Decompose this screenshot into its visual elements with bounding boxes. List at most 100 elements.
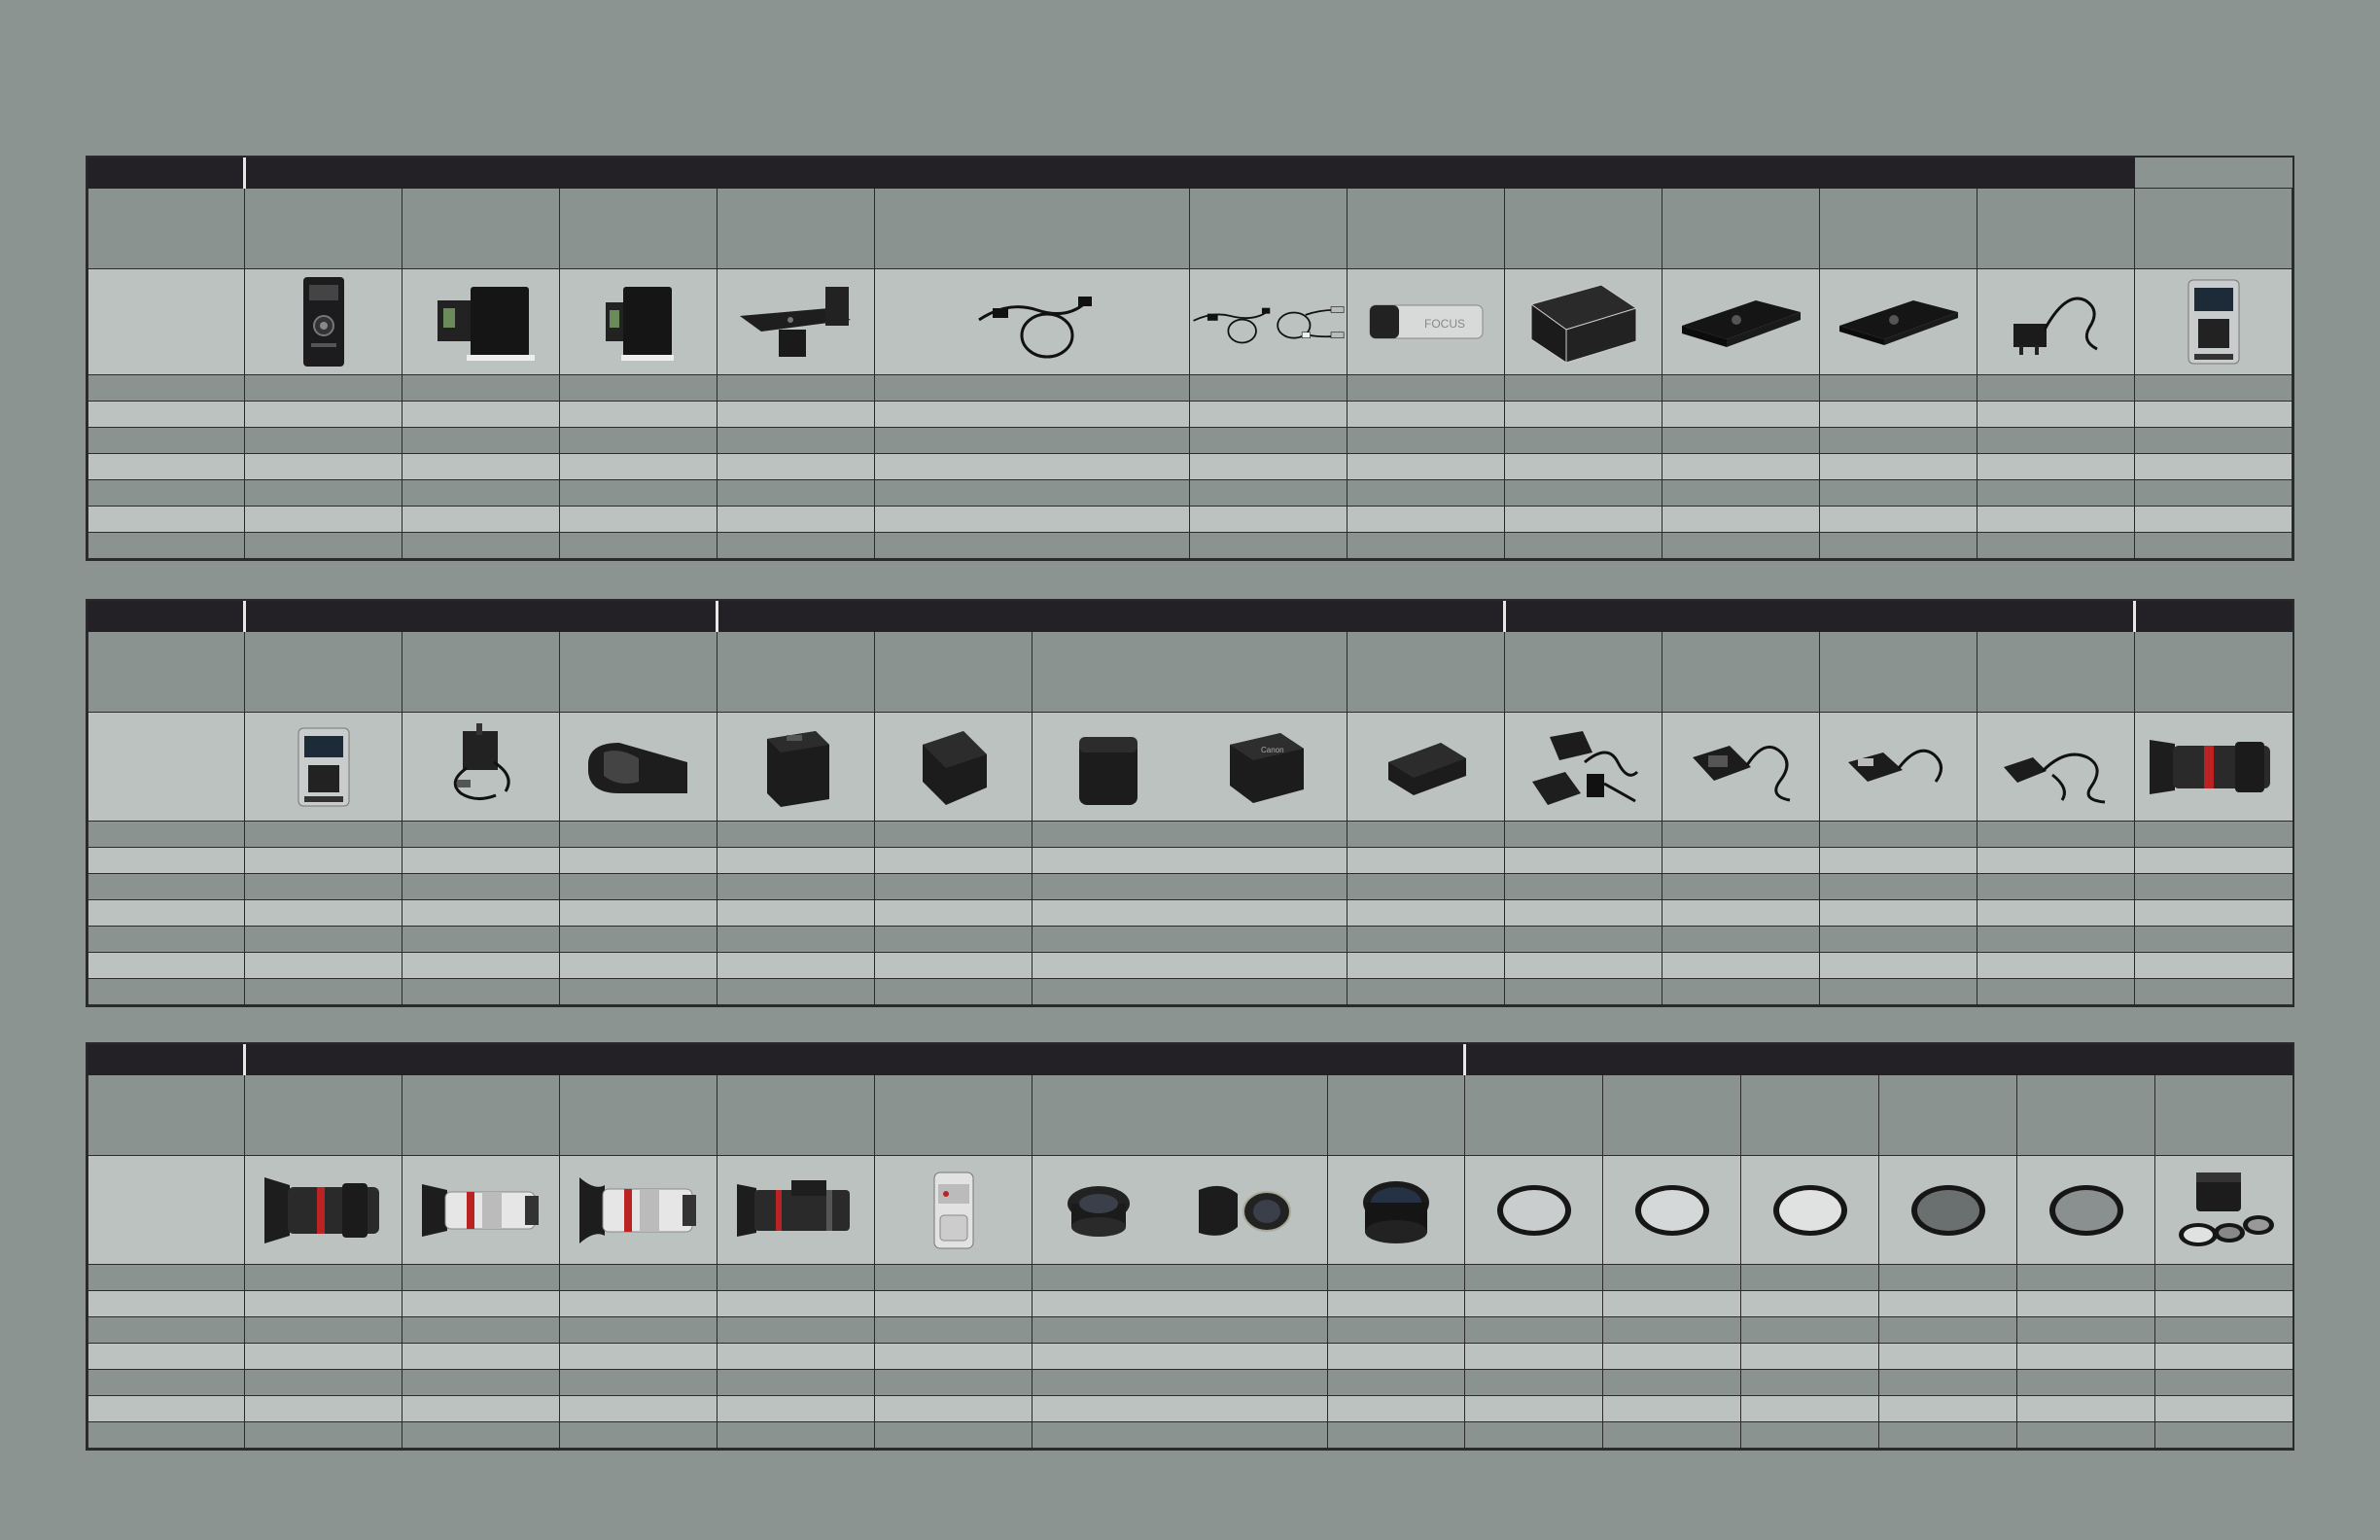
product-photo-cell: FOCUS: [1347, 268, 1505, 375]
product-photo-cell: [2134, 712, 2293, 822]
table-header-label: [88, 601, 245, 632]
spec-label: [88, 873, 245, 900]
product-photo-cell: [559, 712, 718, 822]
spec-label: [88, 1369, 245, 1396]
product-name-cell: [1347, 631, 1505, 713]
converter-with-hood-icon: [1198, 1185, 1291, 1236]
battery-adapter-icon: [437, 287, 535, 361]
table-header-group: [2133, 601, 2293, 632]
spec-label: [88, 506, 245, 533]
spec-label: [88, 1264, 245, 1291]
spec-label: [88, 926, 245, 953]
table-header-group: [242, 158, 2136, 189]
table-header-label: [88, 1044, 245, 1075]
product-name-cell: [717, 1074, 875, 1156]
product-name-cell: [1347, 188, 1505, 269]
product-name-cell: [2134, 188, 2292, 269]
usb-cable-icon: [1277, 306, 1345, 339]
svg-text:FOCUS: FOCUS: [1424, 317, 1465, 331]
battery-adapter-small-icon: [605, 287, 674, 361]
product-photo-cell: [1819, 712, 1978, 822]
table-header-group: [1503, 601, 2135, 632]
uv-filter-icon: [1496, 1184, 1571, 1236]
product-name-cell: [559, 1074, 718, 1156]
spec-label: [88, 978, 245, 1005]
zoom-lens-white-icon: [421, 1183, 539, 1237]
row-label: [88, 188, 245, 269]
wireless-receiver-icon: [453, 722, 509, 800]
tele-converter-icon: [1363, 1180, 1430, 1243]
product-name-cell: [1189, 188, 1348, 269]
charger-compact-icon: [1847, 749, 1942, 783]
charger-kit-icon: [1531, 730, 1638, 805]
table-header-group: [243, 601, 718, 632]
spec-label: [88, 1421, 245, 1449]
accessories-table-2: Canon: [86, 599, 2294, 1007]
table-header-group: [242, 1044, 1466, 1075]
hard-case-slim-icon: [1838, 300, 1958, 345]
product-photo-cell: [1976, 268, 2136, 375]
spec-label: [88, 401, 245, 428]
spec-label: [88, 1395, 245, 1422]
product-photo-cell: [874, 268, 1190, 375]
row-label: [88, 631, 245, 713]
battery-slim-icon: [1387, 742, 1466, 795]
display-unit-icon: [298, 727, 349, 806]
product-name-cell: [874, 188, 1190, 269]
row-label: [88, 268, 245, 375]
spec-label: [88, 1316, 245, 1344]
lens-adapter-icon: [933, 1172, 973, 1248]
display-unit-icon: [2188, 279, 2240, 365]
product-name-cell: [1602, 1074, 1742, 1156]
product-name-cell: [1878, 1074, 2018, 1156]
product-photo-cell: [1189, 268, 1348, 375]
pl-filter-icon: [2048, 1184, 2123, 1236]
clear-filter-icon: [1772, 1184, 1847, 1236]
zoom-lens-white-hood-icon: [578, 1176, 696, 1243]
spec-label: [88, 821, 245, 848]
spec-label: [88, 479, 245, 507]
product-name-cell: [874, 631, 1032, 713]
product-photo-cell: [244, 712, 402, 822]
zoom-lens-hooded-icon: [263, 1176, 379, 1243]
product-name-cell: [1977, 631, 2135, 713]
product-name-cell: [402, 188, 560, 269]
product-name-cell: [559, 631, 718, 713]
battery-medium-icon: [922, 730, 987, 805]
product-photo-cell: [2134, 268, 2292, 375]
battery-tall-icon: Canon: [1229, 732, 1304, 803]
product-name-cell: [402, 631, 560, 713]
battery-large-icon: [766, 730, 829, 807]
product-photo-cell: [1977, 712, 2135, 822]
spec-label: [88, 427, 245, 454]
product-photo-cell: [1464, 1155, 1604, 1265]
product-name-cell: [1662, 631, 1820, 713]
product-name-cell: [1504, 631, 1662, 713]
product-photo-cell: [402, 268, 560, 375]
product-name-cell: [2154, 1074, 2294, 1156]
table-header-label: [88, 158, 245, 189]
spec-label: [88, 899, 245, 927]
product-name-cell: [1740, 1074, 1880, 1156]
dongle-card-icon: FOCUS: [1369, 304, 1483, 339]
product-name-cell: [1662, 188, 1820, 269]
mount-bracket-icon: [739, 287, 851, 357]
ac-adapter-cord-icon: [2012, 297, 2098, 355]
product-photo-cell: [1740, 1155, 1880, 1265]
wide-converter-icon: [1068, 1185, 1131, 1237]
product-name-cell: [1032, 1074, 1328, 1156]
product-name-cell: [874, 1074, 1032, 1156]
recorder-unit-icon: [302, 277, 344, 367]
svg-text:Canon: Canon: [1261, 746, 1284, 754]
dc-cable-icon: [977, 297, 1092, 359]
product-name-cell: [244, 1074, 402, 1156]
product-name-cell: [2016, 1074, 2156, 1156]
table-header-group: [716, 601, 1505, 632]
product-photo-cell: [1878, 1155, 2018, 1265]
spec-label: [88, 952, 245, 979]
hard-case-icon: [1681, 300, 1801, 347]
table-header-group: [1463, 1044, 2294, 1075]
product-photo-cell: [244, 1155, 402, 1265]
product-name-cell: [244, 188, 402, 269]
product-photo-cell: [1032, 1155, 1328, 1265]
